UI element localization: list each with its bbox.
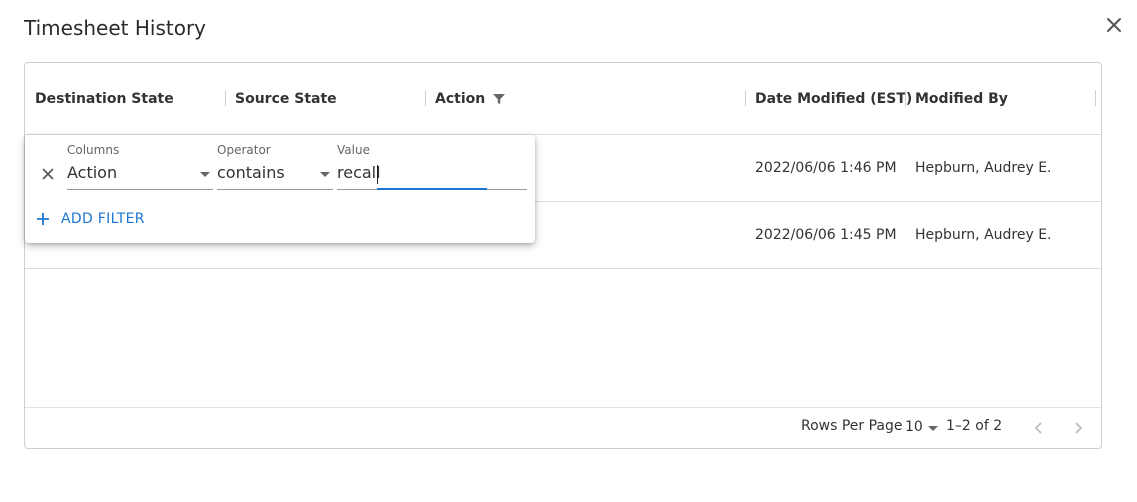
column-header-date-modified[interactable]: Date Modified (EST) (755, 63, 912, 134)
column-header-label: Date Modified (EST) (755, 90, 913, 107)
rows-per-page-value: 10 (905, 419, 923, 435)
dropdown-caret-icon (200, 172, 210, 177)
add-filter-label: ADD FILTER (61, 211, 145, 227)
plus-icon (37, 213, 49, 225)
cell-date-modified: 2022/06/06 1:45 PM (755, 227, 897, 243)
filter-icon[interactable] (492, 92, 506, 106)
value-input[interactable]: recall (337, 159, 527, 191)
operator-underline (217, 189, 333, 190)
history-data-grid: Destination State Source State Action Da… (24, 62, 1102, 449)
rows-per-page-select[interactable]: 10 (905, 416, 941, 438)
columns-field-label: Columns (67, 143, 120, 157)
operator-field-label: Operator (217, 143, 271, 157)
columns-select[interactable]: Action (67, 159, 213, 191)
column-header-label: Destination State (35, 90, 174, 107)
operator-select-value: contains (217, 163, 285, 182)
timesheet-history-dialog: Timesheet History Destination State Sour… (0, 0, 1137, 502)
value-field-label: Value (337, 143, 370, 157)
columns-select-value: Action (67, 163, 118, 182)
grid-header-row: Destination State Source State Action Da… (25, 63, 1101, 135)
column-header-action[interactable]: Action (435, 63, 506, 134)
operator-select[interactable]: contains (217, 159, 333, 191)
column-header-destination-state[interactable]: Destination State (35, 63, 174, 134)
pagination-range: 1–2 of 2 (946, 418, 1003, 434)
cell-date-modified: 2022/06/06 1:46 PM (755, 160, 897, 176)
cell-modified-by: Hepburn, Audrey E. (915, 160, 1052, 176)
dropdown-caret-icon (928, 426, 938, 431)
dropdown-caret-icon (320, 172, 330, 177)
column-header-modified-by[interactable]: Modified By (915, 63, 1008, 134)
columns-underline (67, 189, 213, 190)
value-input-text: recall (337, 163, 381, 182)
filter-panel: Columns Action Operator contains Value r… (25, 135, 535, 243)
column-separator[interactable] (425, 90, 426, 106)
close-icon (1107, 18, 1121, 32)
column-separator[interactable] (745, 90, 746, 106)
column-header-label: Source State (235, 90, 337, 107)
chevron-right-icon[interactable] (1070, 420, 1086, 436)
grid-footer: Rows Per Page 10 1–2 of 2 (25, 407, 1101, 448)
column-separator[interactable] (1095, 90, 1096, 106)
close-button[interactable] (1103, 14, 1125, 36)
add-filter-button[interactable]: ADD FILTER (37, 211, 145, 227)
text-cursor (377, 165, 378, 184)
column-header-label: Action (435, 90, 486, 107)
cell-modified-by: Hepburn, Audrey E. (915, 227, 1052, 243)
value-focus-underline (377, 188, 487, 190)
column-header-label: Modified By (915, 90, 1008, 107)
column-separator[interactable] (905, 90, 906, 106)
rows-per-page-label: Rows Per Page (801, 418, 903, 434)
column-separator[interactable] (225, 90, 226, 106)
chevron-left-icon[interactable] (1031, 420, 1047, 436)
dialog-title: Timesheet History (24, 16, 207, 40)
column-header-source-state[interactable]: Source State (235, 63, 337, 134)
remove-filter-icon[interactable] (41, 167, 55, 181)
